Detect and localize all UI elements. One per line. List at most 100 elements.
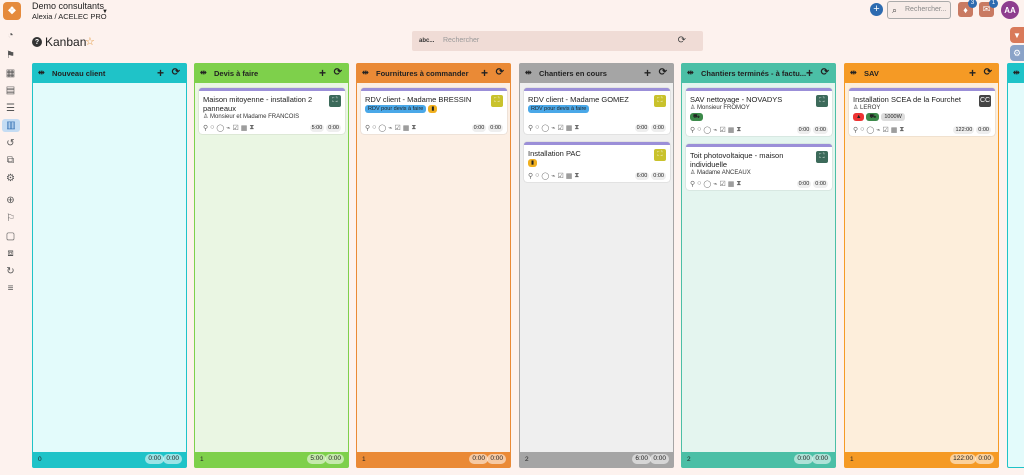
comment-icon[interactable]: ◯ bbox=[703, 180, 711, 188]
drag-handle-icon[interactable]: ⇹ bbox=[200, 68, 207, 77]
circle-icon[interactable]: ○ bbox=[210, 124, 214, 132]
drag-handle-icon[interactable]: ⇹ bbox=[38, 68, 45, 77]
drag-handle-icon[interactable]: ⇹ bbox=[362, 68, 369, 77]
checklist-icon[interactable]: ☑ bbox=[557, 124, 563, 132]
attach-icon[interactable]: ⌁ bbox=[226, 124, 230, 132]
comment-icon[interactable]: ◯ bbox=[378, 124, 386, 132]
user-avatar[interactable]: AA bbox=[1001, 1, 1019, 19]
calendar-outline-icon[interactable]: ▢ bbox=[4, 230, 17, 243]
refresh-icon[interactable]: ⟳ bbox=[984, 67, 992, 78]
calendar-icon[interactable]: ▦ bbox=[403, 124, 410, 132]
kanban-card[interactable]: Installation SCEA de la Fourchet ♙ LEROY C… bbox=[849, 88, 995, 136]
inbox-icon[interactable]: ▤ bbox=[4, 84, 17, 97]
history-outline-icon[interactable]: ↻ bbox=[4, 265, 17, 278]
add-card-button[interactable]: + bbox=[157, 66, 164, 80]
mic-icon[interactable]: ⚲ bbox=[365, 124, 370, 132]
comment-icon[interactable]: ◯ bbox=[703, 126, 711, 134]
company-switcher[interactable]: Demo consultants Alexia / ACELEC PRO ▼ bbox=[32, 1, 108, 21]
mic-icon[interactable]: ⚲ bbox=[528, 124, 533, 132]
dashboard-icon[interactable]: ◔ bbox=[4, 29, 17, 42]
attach-icon[interactable]: ⌁ bbox=[388, 124, 392, 132]
add-circle-icon[interactable]: ⊕ bbox=[4, 194, 17, 207]
attach-icon[interactable]: ⌁ bbox=[551, 124, 555, 132]
time-icon[interactable]: ⧗ bbox=[411, 124, 416, 132]
time-icon[interactable]: ⧗ bbox=[899, 126, 904, 134]
calendar-icon[interactable]: ▦ bbox=[566, 172, 573, 180]
comment-icon[interactable]: ◯ bbox=[216, 124, 224, 132]
add-card-button[interactable]: + bbox=[969, 66, 976, 80]
comment-icon[interactable]: ◯ bbox=[541, 172, 549, 180]
messages-button[interactable]: ✉ 1 bbox=[979, 0, 998, 17]
favorite-star-icon[interactable]: ☆ bbox=[85, 35, 95, 48]
mic-icon[interactable]: ⚲ bbox=[853, 126, 858, 134]
mic-icon[interactable]: ⚲ bbox=[690, 180, 695, 188]
list-icon[interactable]: ☰ bbox=[4, 102, 17, 115]
app-logo-icon[interactable]: ❖ bbox=[3, 2, 21, 20]
circle-icon[interactable]: ○ bbox=[860, 126, 864, 134]
circle-icon[interactable]: ○ bbox=[697, 180, 701, 188]
add-card-button[interactable]: + bbox=[481, 66, 488, 80]
comment-icon[interactable]: ◯ bbox=[866, 126, 874, 134]
checklist-icon[interactable]: ☑ bbox=[719, 126, 725, 134]
comment-icon[interactable]: ◯ bbox=[541, 124, 549, 132]
time-icon[interactable]: ⧗ bbox=[574, 172, 579, 180]
team-icon[interactable]: ⧈ bbox=[4, 247, 17, 260]
attach-icon[interactable]: ⌁ bbox=[876, 126, 880, 134]
refresh-icon[interactable]: ⟳ bbox=[172, 67, 180, 78]
kanban-card[interactable]: Toit photovoltaique - maison individuell… bbox=[686, 144, 832, 190]
mic-icon[interactable]: ⚲ bbox=[203, 124, 208, 132]
calendar-icon[interactable]: ▦ bbox=[566, 124, 573, 132]
kanban-card[interactable]: Installation PAC ⛶ ▮ ⚲ ○ ◯ ⌁ ☑ ▦ ⧗ 6:00 0:00 bbox=[524, 142, 670, 182]
calendar-icon[interactable]: ▦ bbox=[241, 124, 248, 132]
history-icon[interactable]: ↺ bbox=[4, 137, 17, 150]
time-icon[interactable]: ⧗ bbox=[249, 124, 254, 132]
refresh-icon[interactable]: ⟳ bbox=[334, 67, 342, 78]
checklist-icon[interactable]: ☑ bbox=[232, 124, 238, 132]
drag-handle-icon[interactable]: ⇹ bbox=[1013, 68, 1020, 77]
checklist-icon[interactable]: ☑ bbox=[882, 126, 888, 134]
kanban-card[interactable]: Maison mitoyenne - installation 2 pannea… bbox=[199, 88, 345, 134]
calendar-icon[interactable]: ▦ bbox=[728, 180, 735, 188]
sliders-icon[interactable]: ≡ bbox=[4, 282, 17, 295]
settings-icon[interactable]: ⚙ bbox=[4, 172, 17, 185]
hierarchy-icon[interactable]: ⧉ bbox=[4, 154, 17, 167]
drag-handle-icon[interactable]: ⇹ bbox=[525, 68, 532, 77]
mic-icon[interactable]: ⚲ bbox=[528, 172, 533, 180]
global-search-input[interactable]: ⌕ Rechercher... bbox=[887, 1, 951, 19]
refresh-icon[interactable]: ⟳ bbox=[496, 67, 504, 78]
refresh-icon[interactable]: ⟳ bbox=[659, 67, 667, 78]
circle-icon[interactable]: ○ bbox=[372, 124, 376, 132]
calendar-icon[interactable]: ▦ bbox=[4, 67, 17, 80]
kanban-card[interactable]: RDV client - Madame GOMEZ ⛶ RDV pour devis… bbox=[524, 88, 670, 134]
circle-icon[interactable]: ○ bbox=[535, 172, 539, 180]
add-card-button[interactable]: + bbox=[319, 66, 326, 80]
refresh-icon[interactable]: ⟳ bbox=[678, 35, 686, 46]
help-icon[interactable]: ? bbox=[32, 37, 42, 47]
kanban-card[interactable]: SAV nettoyage - NOVADYS ♙ Monsieur FROMOY… bbox=[686, 88, 832, 136]
checklist-icon[interactable]: ☑ bbox=[557, 172, 563, 180]
calendar-icon[interactable]: ▦ bbox=[891, 126, 898, 134]
board-search-input[interactable]: abc... Rechercher ⟳ bbox=[412, 31, 703, 51]
attach-icon[interactable]: ⌁ bbox=[551, 172, 555, 180]
kanban-card[interactable]: RDV client - Madame BRESSIN ⛶ RDV pour dev… bbox=[361, 88, 507, 134]
calendar-icon[interactable]: ▦ bbox=[728, 126, 735, 134]
flag-outline-icon[interactable]: ⚐ bbox=[4, 212, 17, 225]
mic-icon[interactable]: ⚲ bbox=[690, 126, 695, 134]
refresh-icon[interactable]: ⟳ bbox=[821, 67, 829, 78]
circle-icon[interactable]: ○ bbox=[535, 124, 539, 132]
checklist-icon[interactable]: ☑ bbox=[719, 180, 725, 188]
add-button[interactable]: + bbox=[870, 3, 883, 16]
drag-handle-icon[interactable]: ⇹ bbox=[850, 68, 857, 77]
time-icon[interactable]: ⧗ bbox=[736, 126, 741, 134]
flag-icon[interactable]: ⚑ bbox=[4, 49, 17, 62]
attach-icon[interactable]: ⌁ bbox=[713, 180, 717, 188]
drag-handle-icon[interactable]: ⇹ bbox=[687, 68, 694, 77]
checklist-icon[interactable]: ☑ bbox=[394, 124, 400, 132]
filter-icon[interactable]: ▼ bbox=[1010, 27, 1024, 43]
time-icon[interactable]: ⧗ bbox=[574, 124, 579, 132]
notifications-button[interactable]: ♦ 3 bbox=[958, 0, 977, 17]
circle-icon[interactable]: ○ bbox=[697, 126, 701, 134]
attach-icon[interactable]: ⌁ bbox=[713, 126, 717, 134]
time-icon[interactable]: ⧗ bbox=[736, 180, 741, 188]
kanban-icon[interactable]: ▥ bbox=[2, 119, 20, 132]
